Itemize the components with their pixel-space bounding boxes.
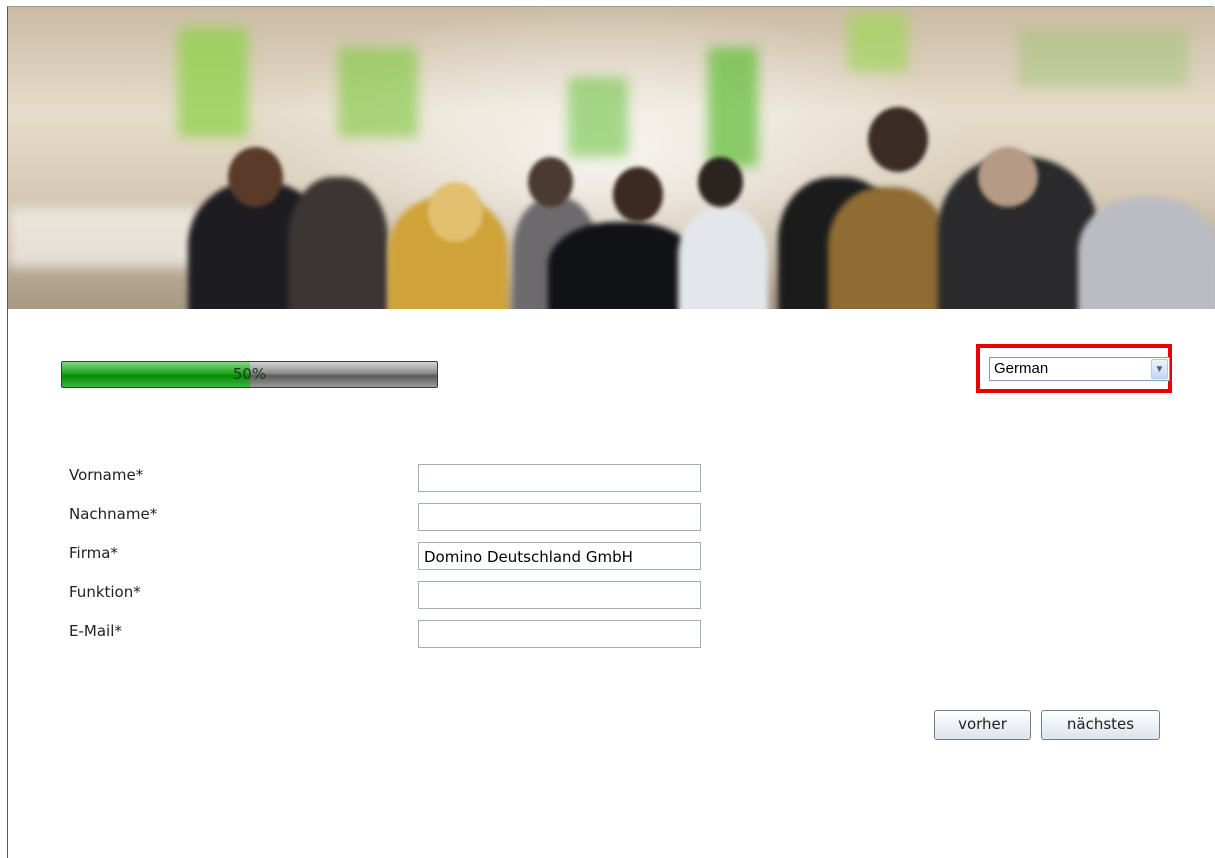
progress-bar: 50% bbox=[61, 361, 438, 388]
email-input[interactable] bbox=[418, 620, 701, 648]
label-email: E-Mail* bbox=[69, 622, 122, 640]
language-highlight: German ▼ bbox=[976, 344, 1172, 393]
progress-label: 50% bbox=[232, 365, 267, 383]
header-banner-image bbox=[8, 7, 1215, 309]
nachname-input[interactable] bbox=[418, 503, 701, 531]
label-funktion: Funktion* bbox=[69, 583, 141, 601]
next-button[interactable]: nächstes bbox=[1041, 710, 1160, 740]
previous-button[interactable]: vorher bbox=[934, 710, 1031, 740]
vorname-input[interactable] bbox=[418, 464, 701, 492]
firma-input[interactable]: Domino Deutschland GmbH bbox=[418, 542, 701, 570]
label-vorname: Vorname* bbox=[69, 466, 144, 484]
funktion-input[interactable] bbox=[418, 581, 701, 609]
language-select[interactable]: German ▼ bbox=[989, 357, 1170, 381]
label-firma: Firma* bbox=[69, 544, 118, 562]
label-nachname: Nachname* bbox=[69, 505, 158, 523]
language-selected-value: German bbox=[994, 360, 1049, 377]
chevron-down-icon[interactable]: ▼ bbox=[1151, 359, 1168, 379]
